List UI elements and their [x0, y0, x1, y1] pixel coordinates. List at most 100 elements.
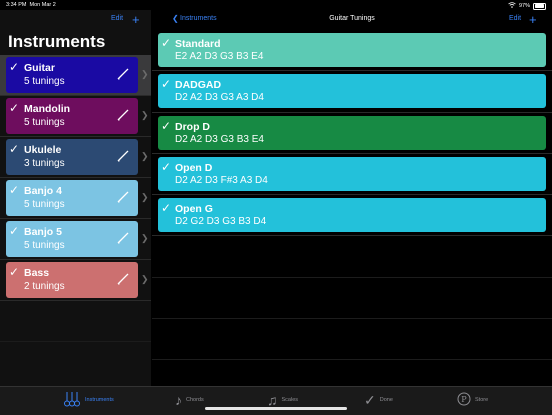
sidebar: Edit + Instruments ✓ Guitar 5 tunings ❯ ✓ Man… — [0, 10, 151, 386]
instrument-name: Mandolin — [24, 103, 71, 115]
tab-store[interactable]: P Store — [457, 390, 488, 410]
edit-pencil-icon[interactable] — [116, 67, 130, 81]
scales-icon: ♫ — [267, 392, 278, 408]
chevron-right-icon: ❯ — [141, 110, 149, 120]
tab-done-label: Done — [379, 397, 393, 403]
tuning-notes: E2 A2 D3 G3 B3 E4 — [175, 51, 264, 62]
tuning-row-open-d[interactable]: ✓ Open D D2 A2 D3 F#3 A3 D4 — [152, 154, 552, 196]
status-right: 97% — [508, 2, 546, 10]
tuning-notes: D2 A2 D3 G3 B3 E4 — [175, 133, 264, 145]
checkmark-icon[interactable]: ✓ — [9, 142, 19, 156]
tuning-card[interactable]: ✓ Standard E2 A2 D3 G3 B3 E4 — [158, 33, 546, 67]
tab-instruments-label: Instruments — [85, 397, 114, 403]
tuning-card[interactable]: ✓ Open G D2 G2 D3 G3 B3 D4 — [158, 198, 546, 233]
chevron-right-icon: ❯ — [141, 69, 149, 79]
instrument-card[interactable]: ✓ Ukulele 3 tunings — [6, 139, 138, 175]
battery-icon — [533, 2, 546, 10]
tuning-row-open-g[interactable]: ✓ Open G D2 G2 D3 G3 B3 D4 — [152, 195, 552, 237]
page-title: Instruments — [8, 32, 106, 51]
instrument-card[interactable]: ✓ Banjo 5 5 tunings — [6, 221, 138, 257]
instrument-tuning-count: 5 tunings — [24, 199, 65, 210]
checkmark-icon[interactable]: ✓ — [161, 201, 171, 215]
tuning-card[interactable]: ✓ Drop D D2 A2 D3 G3 B3 E4 — [158, 115, 546, 150]
checkmark-icon[interactable]: ✓ — [161, 36, 171, 50]
tab-done[interactable]: ✓ Done — [364, 390, 393, 410]
tuning-name: Drop D — [175, 120, 210, 133]
instruments-icon — [63, 391, 81, 409]
svg-text:P: P — [461, 395, 467, 404]
empty-row — [0, 301, 151, 343]
edit-pencil-icon[interactable] — [116, 272, 130, 286]
edit-pencil-icon[interactable] — [116, 190, 130, 204]
checkmark-icon[interactable]: ✓ — [161, 160, 171, 174]
tuning-name: Standard — [175, 38, 221, 50]
status-date: Mon Mar 2 — [29, 2, 56, 8]
sidebar-item-banjo-5[interactable]: ✓ Banjo 5 5 tunings ❯ — [0, 219, 151, 260]
tuning-row-standard[interactable]: ✓ Standard E2 A2 D3 G3 B3 E4 — [152, 30, 552, 72]
sidebar-item-ukulele[interactable]: ✓ Ukulele 3 tunings ❯ — [0, 137, 151, 178]
note-icon: ♪ — [175, 392, 182, 408]
instrument-tuning-count: 3 tunings — [24, 158, 65, 169]
edit-pencil-icon[interactable] — [116, 108, 130, 122]
instrument-card[interactable]: ✓ Banjo 4 5 tunings — [6, 180, 138, 216]
sidebar-item-mandolin[interactable]: ✓ Mandolin 5 tunings ❯ — [0, 96, 151, 137]
tuning-name: DADGAD — [175, 79, 222, 92]
instrument-card[interactable]: ✓ Mandolin 5 tunings — [6, 98, 138, 134]
tuning-name: Open D — [175, 161, 213, 174]
status-time: 3:34 PM — [6, 2, 27, 8]
checkmark-icon[interactable]: ✓ — [9, 265, 19, 279]
sidebar-item-guitar[interactable]: ✓ Guitar 5 tunings ❯ — [0, 55, 151, 96]
store-icon: P — [457, 392, 471, 408]
add-tuning-button[interactable]: + — [529, 13, 537, 26]
tuning-card[interactable]: ✓ Open D D2 A2 D3 F#3 A3 D4 — [158, 156, 546, 191]
tuning-notes: D2 A2 D3 G3 A3 D4 — [175, 92, 264, 104]
instrument-tuning-count: 5 tunings — [24, 117, 65, 128]
instrument-name: Banjo 5 — [24, 226, 62, 238]
tuning-card[interactable]: ✓ DADGAD D2 A2 D3 G3 A3 D4 — [158, 74, 546, 109]
checkmark-icon: ✓ — [364, 392, 376, 408]
edit-pencil-icon[interactable] — [116, 231, 130, 245]
checkmark-icon[interactable]: ✓ — [161, 77, 171, 91]
chevron-right-icon: ❯ — [141, 274, 149, 284]
tuning-name: Open G — [175, 203, 213, 216]
chevron-right-icon: ❯ — [141, 233, 149, 243]
chevron-right-icon: ❯ — [141, 151, 149, 161]
instrument-name: Ukulele — [24, 144, 62, 156]
sidebar-edit-button[interactable]: Edit — [111, 15, 123, 22]
checkmark-icon[interactable]: ✓ — [9, 183, 19, 197]
wifi-icon — [508, 2, 516, 10]
checkmark-icon[interactable]: ✓ — [9, 224, 19, 238]
home-indicator — [205, 407, 347, 410]
sidebar-nav-bar: Edit + — [0, 10, 151, 30]
edit-pencil-icon[interactable] — [116, 149, 130, 163]
tab-store-label: Store — [475, 397, 489, 403]
instrument-name: Bass — [24, 267, 50, 279]
checkmark-icon[interactable]: ✓ — [9, 60, 19, 74]
tab-instruments[interactable]: Instruments — [63, 390, 114, 410]
empty-row — [152, 319, 552, 361]
empty-row — [152, 278, 552, 320]
instrument-card[interactable]: ✓ Guitar 5 tunings — [6, 57, 138, 93]
tuning-row-dadgad[interactable]: ✓ DADGAD D2 A2 D3 G3 A3 D4 — [152, 71, 552, 113]
instrument-list: ✓ Guitar 5 tunings ❯ ✓ Mandolin 5 tunings ❯ ✓ Uku… — [0, 55, 151, 343]
status-time-date: 3:34 PM Mon Mar 2 — [6, 2, 56, 8]
battery-percent: 97% — [518, 3, 530, 9]
sidebar-item-banjo-4[interactable]: ✓ Banjo 4 5 tunings ❯ — [0, 178, 151, 219]
tunings-pane: ❮ Instruments Guitar Tunings Edit + ✓ Sta… — [152, 10, 552, 386]
add-instrument-button[interactable]: + — [132, 13, 140, 26]
instrument-card[interactable]: ✓ Bass 2 tunings — [6, 262, 138, 298]
tab-bar: Instruments ♪ Chords ♫ Scales ✓ Done P S… — [0, 386, 552, 415]
empty-row — [152, 236, 552, 278]
tab-chords[interactable]: ♪ Chords — [175, 390, 204, 410]
instrument-tuning-count: 5 tunings — [24, 240, 65, 251]
tunings-edit-button[interactable]: Edit — [509, 15, 521, 22]
checkmark-icon[interactable]: ✓ — [161, 119, 171, 133]
tuning-list: ✓ Standard E2 A2 D3 G3 B3 E4 ✓ DADGAD D2 A2 D… — [152, 30, 552, 361]
instrument-name: Guitar — [24, 62, 55, 74]
status-bar: 3:34 PM Mon Mar 2 97% — [0, 0, 552, 10]
sidebar-item-bass[interactable]: ✓ Bass 2 tunings ❯ — [0, 260, 151, 301]
checkmark-icon[interactable]: ✓ — [9, 101, 19, 115]
tuning-notes: D2 G2 D3 G3 B3 D4 — [175, 216, 267, 228]
tuning-row-drop-d[interactable]: ✓ Drop D D2 A2 D3 G3 B3 E4 — [152, 113, 552, 154]
tuning-notes: D2 A2 D3 F#3 A3 D4 — [175, 174, 268, 186]
